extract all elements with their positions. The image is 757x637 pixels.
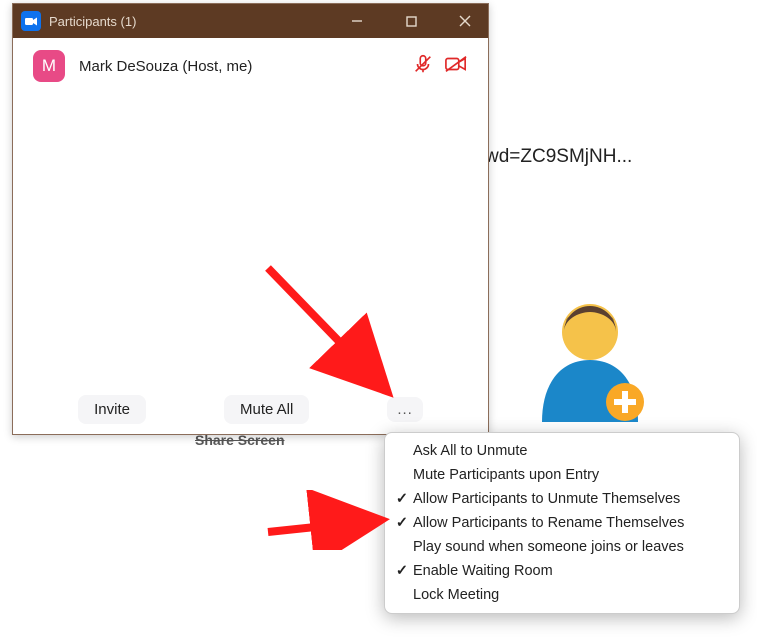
more-options-button[interactable]: ... xyxy=(387,397,423,422)
menu-lock-meeting[interactable]: Lock Meeting xyxy=(385,583,739,607)
participant-status-icons xyxy=(412,53,468,80)
menu-item-label: Enable Waiting Room xyxy=(413,563,553,579)
add-user-illustration xyxy=(530,294,650,439)
menu-allow-rename[interactable]: ✓ Allow Participants to Rename Themselve… xyxy=(385,511,739,535)
participants-window: Participants (1) M Mark DeSouza (Host, m… xyxy=(12,3,489,435)
check-icon: ✓ xyxy=(393,515,411,531)
zoom-app-icon xyxy=(21,11,41,31)
window-minimize-button[interactable] xyxy=(334,4,380,38)
menu-mute-on-entry[interactable]: Mute Participants upon Entry xyxy=(385,463,739,487)
menu-waiting-room[interactable]: ✓ Enable Waiting Room xyxy=(385,559,739,583)
more-options-menu: Ask All to Unmute Mute Participants upon… xyxy=(384,432,740,614)
mic-muted-icon xyxy=(412,53,434,80)
menu-item-label: Ask All to Unmute xyxy=(413,443,527,459)
menu-item-label: Mute Participants upon Entry xyxy=(413,467,599,483)
mute-all-button[interactable]: Mute All xyxy=(224,395,309,424)
window-maximize-button[interactable] xyxy=(388,4,434,38)
menu-item-label: Allow Participants to Unmute Themselves xyxy=(413,491,680,507)
participants-bottom-bar: Invite Mute All ... xyxy=(13,395,488,424)
window-close-button[interactable] xyxy=(442,4,488,38)
menu-item-label: Lock Meeting xyxy=(413,587,499,603)
check-icon: ✓ xyxy=(393,563,411,579)
menu-item-label: Play sound when someone joins or leaves xyxy=(413,539,684,555)
menu-item-label: Allow Participants to Rename Themselves xyxy=(413,515,684,531)
check-icon: ✓ xyxy=(393,491,411,507)
menu-ask-all-unmute[interactable]: Ask All to Unmute xyxy=(385,439,739,463)
menu-play-sound[interactable]: Play sound when someone joins or leaves xyxy=(385,535,739,559)
participant-row[interactable]: M Mark DeSouza (Host, me) xyxy=(13,38,488,94)
window-title: Participants (1) xyxy=(49,14,326,29)
menu-allow-unmute[interactable]: ✓ Allow Participants to Unmute Themselve… xyxy=(385,487,739,511)
participant-name: Mark DeSouza (Host, me) xyxy=(79,58,398,75)
video-off-icon xyxy=(444,53,468,80)
window-titlebar: Participants (1) xyxy=(13,4,488,38)
invite-button[interactable]: Invite xyxy=(78,395,146,424)
avatar: M xyxy=(33,50,65,82)
background-url-text: wd=ZC9SMjNH... xyxy=(485,146,632,168)
